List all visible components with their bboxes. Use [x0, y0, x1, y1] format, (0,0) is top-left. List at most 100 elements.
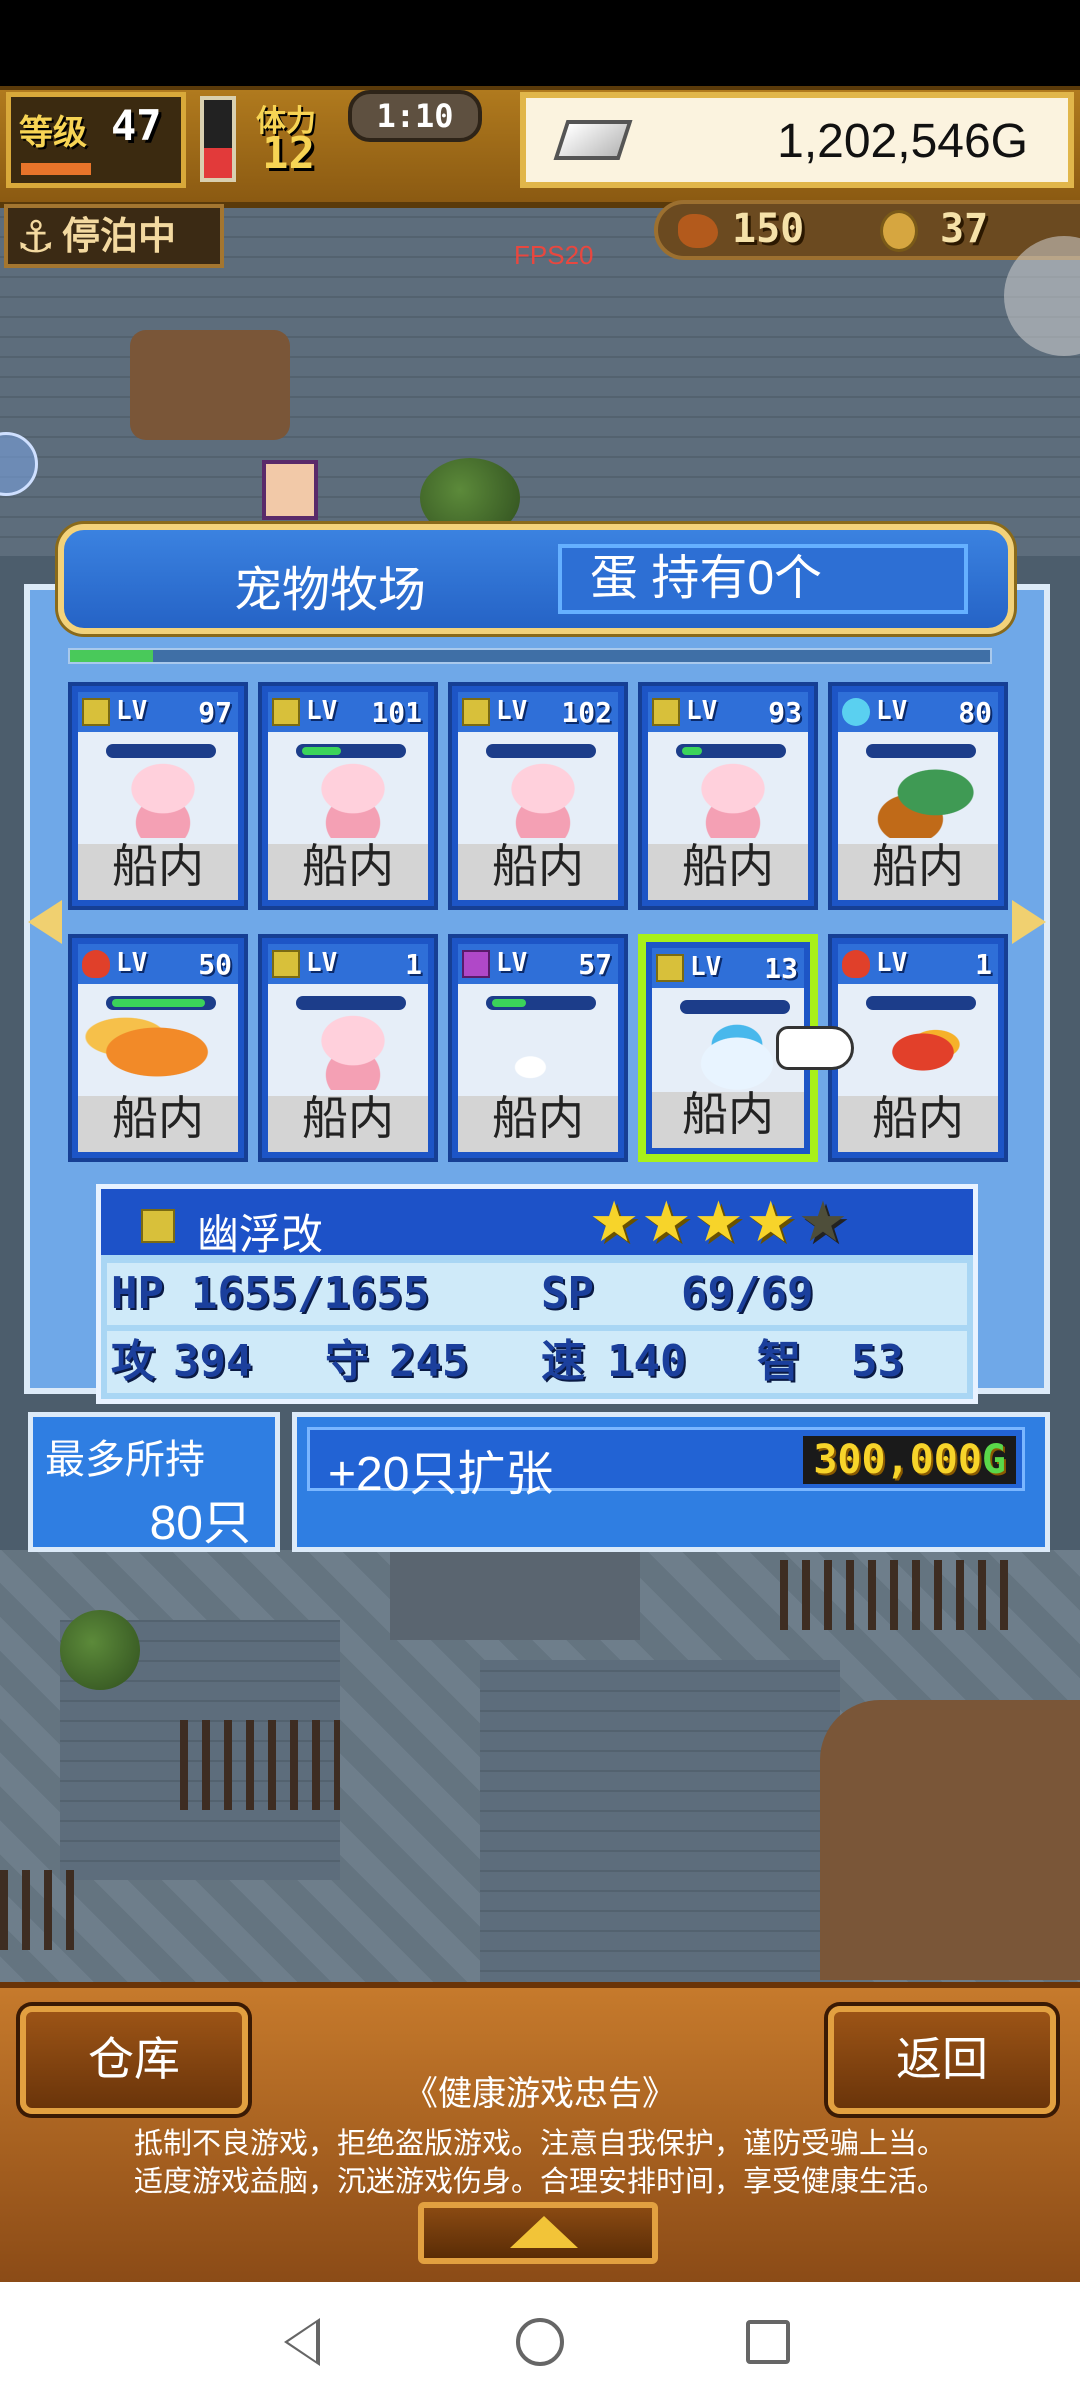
pet-card-body: LV 80 船内: [838, 692, 998, 900]
pet-hp-fill: [492, 999, 527, 1007]
pet-hp-bar: [106, 744, 216, 758]
pet-location: 船内: [872, 840, 964, 892]
pet-card[interactable]: LV 93 船内: [638, 682, 818, 910]
pet-location: 船内: [682, 840, 774, 892]
anchor-icon: ⚓: [16, 212, 56, 263]
bush: [60, 1610, 140, 1690]
pet-card[interactable]: LV 101 船内: [258, 682, 438, 910]
nav-home-icon[interactable]: [516, 2318, 564, 2366]
atk-value: 394: [173, 1336, 253, 1387]
spd-label: 速: [541, 1336, 585, 1387]
thunder-element-icon: [272, 698, 300, 726]
fence: [0, 1870, 80, 1950]
def-label: 守: [325, 1336, 369, 1387]
food-icon: [678, 214, 718, 248]
pet-level-strip: LV 101: [268, 692, 428, 732]
android-nav-bar: [0, 2282, 1080, 2400]
prev-page-arrow[interactable]: [28, 900, 62, 944]
pet-location-strip: 船内: [838, 840, 998, 900]
int-label: 智: [757, 1336, 801, 1387]
pet-level-strip: LV 57: [458, 944, 618, 984]
pet-card[interactable]: LV 102 船内: [448, 682, 628, 910]
pet-location: 船内: [682, 1088, 774, 1140]
stamina-gauge: [200, 96, 236, 182]
pet-card[interactable]: LV 97 船内: [68, 682, 248, 910]
thunder-element-icon: [652, 698, 680, 726]
pet-name: 幽浮改: [197, 1211, 324, 1258]
pet-location-strip: 船内: [78, 840, 238, 900]
expand-menu-button[interactable]: [418, 2202, 658, 2264]
exp-bar: [21, 163, 91, 175]
firebird-sprite: [860, 1014, 986, 1090]
fire-element-icon: [82, 950, 110, 978]
pet-card[interactable]: LV 57 船内: [448, 934, 628, 1162]
pet-location: 船内: [872, 1092, 964, 1144]
pet-rarity-stars: ★★★★★: [589, 1195, 850, 1251]
pet-location-strip: 船内: [78, 1092, 238, 1152]
pet-level: 1: [405, 948, 422, 981]
nav-recents-icon[interactable]: [746, 2320, 790, 2364]
gold-panel: 1,202,546G: [520, 92, 1074, 188]
pet-level: 13: [764, 952, 798, 985]
pet-location: 船内: [492, 840, 584, 892]
scroll-progress-fill: [70, 650, 153, 662]
pet-level: 80: [958, 696, 992, 729]
ship-deck: [820, 1700, 1080, 1980]
pet-hp-bar: [296, 996, 406, 1010]
water-element-icon: [842, 698, 870, 726]
axolotl-sprite: [670, 762, 796, 838]
max-hold-box: 最多所持 80只: [28, 1412, 280, 1552]
pet-level: 97: [198, 696, 232, 729]
pet-level: 57: [578, 948, 612, 981]
expand-capacity-button[interactable]: +20只扩张 300,000G: [307, 1427, 1025, 1501]
pet-location-strip: 船内: [268, 840, 428, 900]
pet-lv-label: LV: [116, 696, 148, 726]
pet-location: 船内: [302, 1092, 394, 1144]
pet-card[interactable]: LV 50 船内: [68, 934, 248, 1162]
pet-hp-fill: [682, 747, 702, 755]
food-count: 150: [732, 206, 805, 252]
pet-card[interactable]: LV 1 船内: [828, 934, 1008, 1162]
max-hold-value: 80只: [149, 1497, 251, 1550]
nav-back-icon[interactable]: [284, 2318, 320, 2366]
fence: [780, 1560, 1020, 1630]
star-filled-icon: ★: [693, 1190, 746, 1255]
pet-level: 102: [561, 696, 612, 729]
npc-character: [262, 460, 318, 520]
health-notice-title: 《健康游戏忠告》: [404, 2075, 676, 2113]
star-empty-icon: ★: [797, 1190, 851, 1255]
expand-price-currency: G: [981, 1437, 1006, 1483]
pet-level: 101: [371, 696, 422, 729]
axolotl-sprite: [480, 762, 606, 838]
pet-location-strip: 船内: [268, 1092, 428, 1152]
castle-tower: [480, 1660, 840, 1990]
pet-card-body: LV 50 船内: [78, 944, 238, 1152]
next-page-arrow[interactable]: [1012, 900, 1046, 944]
pet-hp-bar: [676, 744, 786, 758]
player-level: 等级 47: [6, 92, 186, 188]
expand-label: +20只扩张: [328, 1448, 554, 1501]
coin-count: 37: [940, 206, 989, 252]
stat-row-hp-sp: HP 1655/1655 SP 69/69: [107, 1263, 967, 1325]
pet-detail-header: 幽浮改 ★★★★★: [101, 1189, 973, 1258]
pet-location: 船内: [302, 840, 394, 892]
pet-card[interactable]: LV 80 船内: [828, 682, 1008, 910]
health-notice-line-1: 抵制不良游戏，拒绝盗版游戏。注意自我保护，谨防受骗上当。: [133, 2128, 946, 2160]
pet-lv-label: LV: [496, 696, 528, 726]
pet-card-body: LV 93 船内: [648, 692, 808, 900]
star-filled-icon: ★: [641, 1190, 694, 1255]
pet-location-strip: 船内: [652, 1088, 804, 1148]
pet-hp-bar: [866, 744, 976, 758]
fire-element-icon: [842, 950, 870, 978]
pet-card[interactable]: LV 1 船内: [258, 934, 438, 1162]
pet-lv-label: LV: [876, 696, 908, 726]
market-stall: [130, 330, 290, 440]
health-notice-line-2: 适度游戏益脑，沉迷游戏伤身。合理安排时间，享受健康生活。: [133, 2166, 946, 2198]
axolotl-sprite: [100, 762, 226, 838]
thunder-element-icon: [462, 698, 490, 726]
stamina-value: 12: [262, 128, 315, 179]
hp-value: 1655/1655: [191, 1268, 430, 1319]
pet-location-strip: 船内: [458, 840, 618, 900]
thunder-element-icon: [656, 954, 684, 982]
pet-card-body: LV 57 船内: [458, 944, 618, 1152]
